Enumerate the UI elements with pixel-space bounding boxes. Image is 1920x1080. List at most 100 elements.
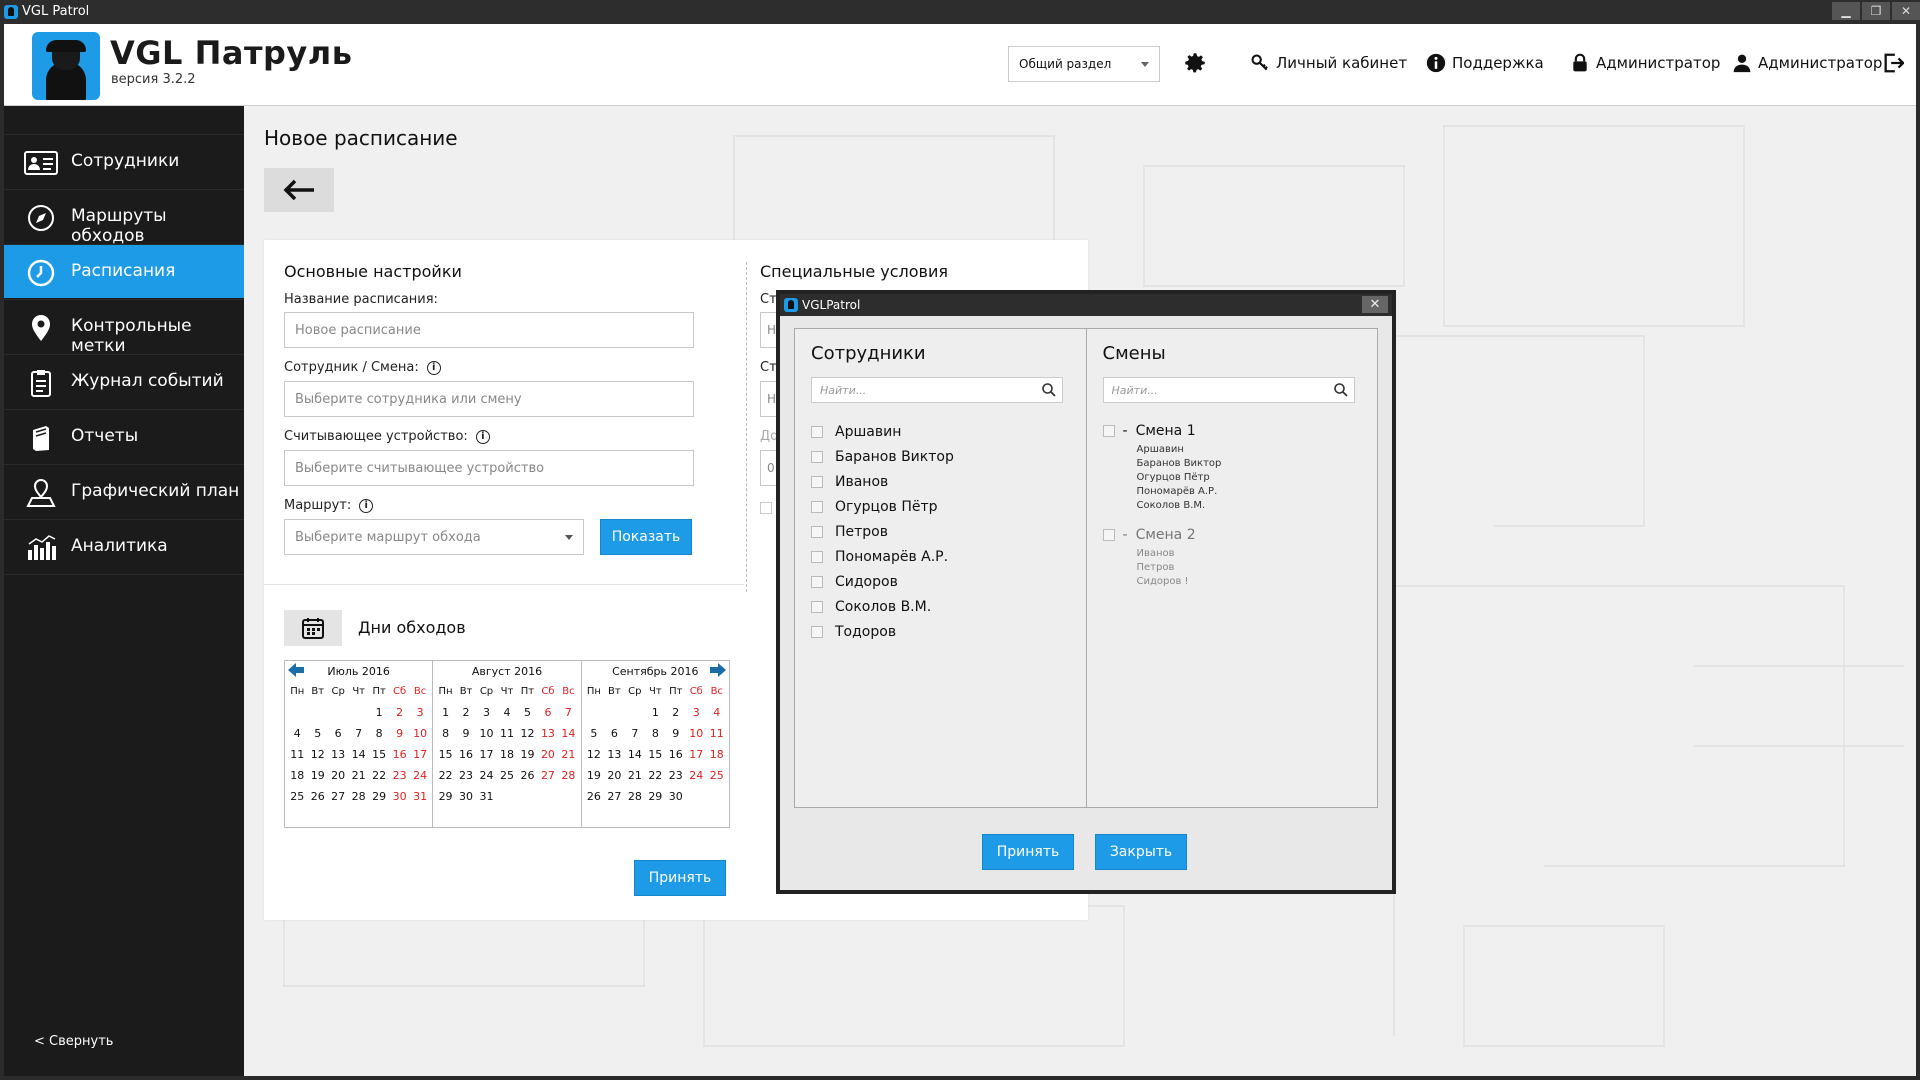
calendar-day[interactable]: 29 [435,788,455,806]
calendar-day[interactable]: 27 [604,788,624,806]
shifts-search-input[interactable]: Найти... [1102,377,1355,403]
calendar-day[interactable]: 20 [604,767,624,785]
accept-schedule-button[interactable]: Принять [634,860,726,896]
sidebar-item-graphic-plan[interactable]: Графический план [4,464,244,518]
calendar-day[interactable]: 4 [287,725,307,743]
calendar-day[interactable]: 16 [389,746,409,764]
calendar-day[interactable]: 25 [497,767,517,785]
calendar-day[interactable]: 1 [369,704,389,722]
calendar-day[interactable]: 18 [497,746,517,764]
list-item[interactable]: Сидоров [811,569,954,594]
dialog-close-icon[interactable]: ✕ [1362,296,1388,313]
calendar-day[interactable]: 26 [517,767,537,785]
calendar-day[interactable]: 23 [389,767,409,785]
checkbox[interactable] [1102,529,1115,541]
info-icon[interactable]: i [426,360,441,375]
route-select[interactable]: Выберите маршрут обхода [284,519,584,555]
calendar-day[interactable]: 13 [604,746,624,764]
checkbox[interactable] [811,575,823,588]
calendar-day[interactable]: 28 [558,767,578,785]
calendar-day[interactable]: 11 [287,746,307,764]
list-item[interactable]: Пономарёв А.Р. [811,544,954,569]
sidebar-item-reports[interactable]: Отчеты [4,409,244,463]
gear-icon[interactable] [1182,50,1208,76]
calendar-day[interactable]: 7 [558,704,578,722]
dialog-accept-button[interactable]: Принять [982,834,1074,870]
calendar-day[interactable]: 12 [307,746,327,764]
calendar-day[interactable]: 28 [348,788,368,806]
calendar-day[interactable]: 22 [369,767,389,785]
checkbox[interactable] [811,475,823,488]
calendar-day[interactable]: 22 [435,767,455,785]
schedule-name-input[interactable]: Новое расписание [284,312,694,348]
calendar-day[interactable]: 14 [625,746,645,764]
calendar-day[interactable]: 5 [517,704,537,722]
calendar-day[interactable]: 12 [517,725,537,743]
calendar-day[interactable]: 31 [476,788,496,806]
calendar-day[interactable]: 18 [287,767,307,785]
section-select[interactable]: Общий раздел [1008,46,1160,82]
sidebar-item-employees[interactable]: Сотрудники [4,134,244,188]
minimize-button[interactable]: ▁ [1832,2,1860,20]
calendar-day[interactable]: 5 [584,725,604,743]
calendar-day[interactable]: 4 [707,704,727,722]
calendar-day[interactable]: 21 [558,746,578,764]
calendar-day[interactable]: 2 [389,704,409,722]
calendar-day[interactable]: 6 [538,704,558,722]
calendar-day[interactable]: 19 [307,767,327,785]
sidebar-item-routes[interactable]: Маршруты обходов [4,189,244,246]
checkbox[interactable] [811,450,823,463]
calendar-day[interactable]: 6 [328,725,348,743]
calendar-day[interactable]: 15 [645,746,665,764]
list-item[interactable]: Огурцов Пётр [811,494,954,519]
calendar-day[interactable]: 22 [645,767,665,785]
calendar-day[interactable]: 30 [666,788,686,806]
calendar-day[interactable]: 30 [389,788,409,806]
calendar-day[interactable]: 3 [686,704,706,722]
calendar-day[interactable]: 1 [645,704,665,722]
employees-search-input[interactable]: Найти... [811,377,1063,403]
calendar-day[interactable]: 5 [307,725,327,743]
calendar-day[interactable]: 24 [476,767,496,785]
calendar-day[interactable]: 15 [435,746,455,764]
reader-device-input[interactable]: Выберите считывающее устройство [284,450,694,486]
close-window-button[interactable]: ✕ [1892,2,1920,20]
calendar-day[interactable]: 13 [538,725,558,743]
calendar-day[interactable]: 10 [410,725,430,743]
collapse-toggle[interactable]: - [1123,527,1128,543]
calendar-day[interactable]: 23 [456,767,476,785]
sidebar-item-analytics[interactable]: Аналитика [4,519,244,573]
calendar-day[interactable]: 8 [369,725,389,743]
list-item[interactable]: Иванов [811,469,954,494]
calendar-day[interactable]: 17 [686,746,706,764]
calendar-day[interactable]: 14 [558,725,578,743]
calendar-day[interactable]: 9 [389,725,409,743]
checkbox[interactable] [811,550,823,563]
calendar-day[interactable]: 15 [369,746,389,764]
calendar-day[interactable]: 1 [435,704,455,722]
checkbox[interactable] [811,425,823,438]
calendar-day[interactable]: 14 [348,746,368,764]
calendar-day[interactable]: 8 [645,725,665,743]
list-item[interactable]: Соколов В.М. [811,594,954,619]
calendar-day[interactable]: 20 [328,767,348,785]
back-button[interactable] [264,168,334,212]
checkbox[interactable] [811,600,823,613]
calendar-day[interactable]: 25 [287,788,307,806]
info-icon[interactable]: i [359,498,374,513]
checkbox[interactable] [811,500,823,513]
list-item[interactable]: Тодоров [811,619,954,644]
list-item[interactable]: Петров [811,519,954,544]
employee-shift-input[interactable]: Выберите сотрудника или смену [284,381,694,417]
calendar-day[interactable]: 3 [476,704,496,722]
sidebar-item-event-log[interactable]: Журнал событий [4,354,244,408]
calendar-day[interactable]: 2 [666,704,686,722]
calendar-day[interactable]: 8 [435,725,455,743]
sidebar-item-checkpoints[interactable]: Контрольные метки [4,299,244,356]
dialog-close-button[interactable]: Закрыть [1095,834,1187,870]
calendar-day[interactable]: 25 [707,767,727,785]
info-icon[interactable]: i [475,429,490,444]
calendar-day[interactable]: 16 [666,746,686,764]
collapse-toggle[interactable]: - [1123,423,1128,439]
maximize-button[interactable]: ❐ [1862,2,1890,20]
